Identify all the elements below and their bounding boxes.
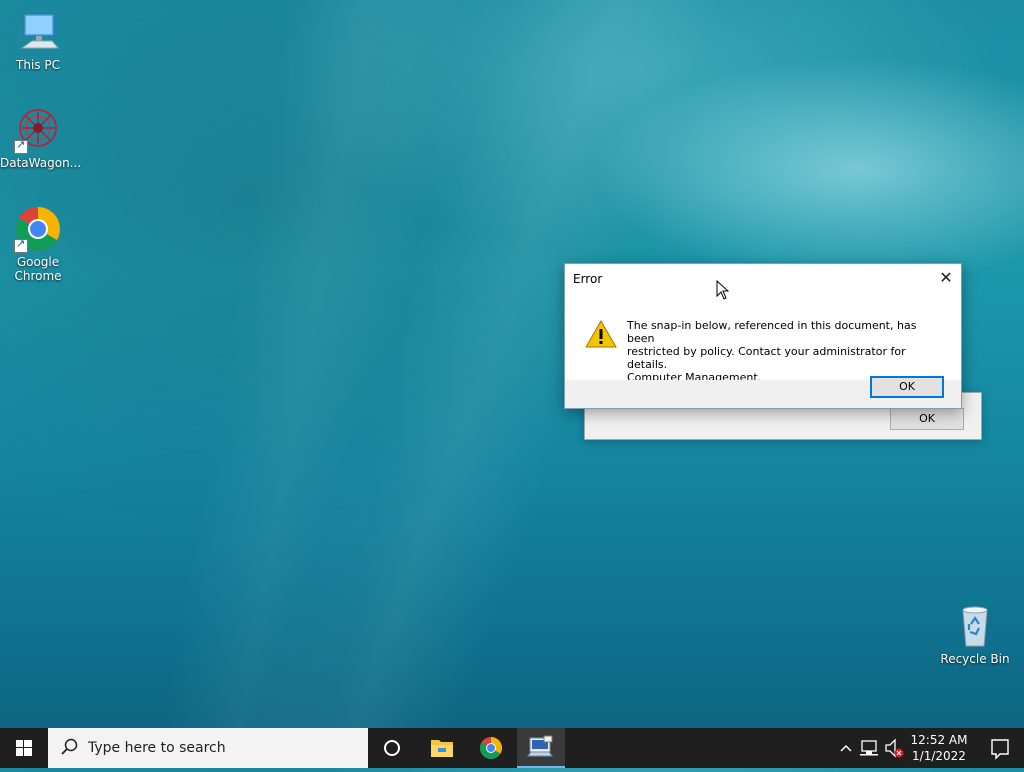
chrome-taskbar-button[interactable] [467, 728, 515, 768]
desktop-icon-label: Google Chrome [14, 255, 62, 283]
notification-icon [991, 739, 1009, 760]
mouse-cursor-icon [716, 279, 730, 300]
chrome-icon [14, 205, 62, 253]
clock[interactable]: 12:52 AM 1/1/2022 [908, 732, 970, 764]
warning-icon [585, 319, 617, 349]
dialog-title: Error [573, 272, 603, 286]
chrome-icon [480, 737, 502, 759]
search-icon [60, 738, 78, 756]
close-icon[interactable]: ✕ [931, 264, 961, 292]
ok-button-background[interactable]: OK [890, 408, 964, 430]
desktop-icon-google-chrome[interactable]: Google Chrome [0, 205, 76, 283]
taskbar: Type here to search 12:52 AM 1/1/2022 [0, 728, 1024, 768]
start-button[interactable] [0, 728, 48, 768]
mmc-icon [527, 735, 553, 757]
recycle-bin-icon [951, 602, 999, 650]
volume-muted-icon [885, 738, 904, 758]
cortana-button[interactable] [368, 728, 416, 768]
action-center-button[interactable] [976, 728, 1024, 768]
dialog-message: The snap-in below, referenced in this do… [627, 319, 947, 384]
search-placeholder: Type here to search [88, 740, 226, 756]
file-explorer-icon [431, 740, 453, 757]
cortana-icon [384, 740, 400, 756]
file-explorer-button[interactable] [418, 728, 466, 768]
windows-logo-icon [16, 740, 32, 756]
show-hidden-icons-button[interactable] [836, 728, 856, 768]
dialog-footer: OK [565, 376, 961, 408]
shortcut-arrow-icon [14, 237, 28, 253]
message-line: restricted by policy. Contact your admin… [627, 345, 906, 371]
mmc-taskbar-button[interactable] [517, 728, 565, 768]
datawagon-icon [14, 106, 62, 154]
desktop-icon-label: Recycle Bin [940, 652, 1010, 666]
desktop-icon-this-pc[interactable]: This PC [0, 8, 76, 72]
network-tray-button[interactable] [858, 728, 882, 768]
search-box[interactable]: Type here to search [48, 728, 368, 768]
volume-tray-button[interactable] [882, 728, 906, 768]
message-line: The snap-in below, referenced in this do… [627, 319, 917, 345]
computer-icon [14, 8, 62, 56]
network-icon [860, 740, 878, 756]
desktop-icon-label: DataWagon... [0, 156, 82, 170]
chevron-up-icon [840, 744, 852, 752]
shortcut-arrow-icon [14, 138, 28, 154]
ok-button[interactable]: OK [870, 376, 944, 398]
clock-date: 1/1/2022 [912, 749, 966, 763]
desktop-icon-label: This PC [16, 58, 60, 72]
error-dialog: Error ✕ The snap-in below, referenced in… [564, 263, 962, 409]
desktop-icon-recycle-bin[interactable]: Recycle Bin [937, 602, 1013, 666]
desktop-icon-datawagon[interactable]: DataWagon... [0, 106, 82, 170]
clock-time: 12:52 AM [910, 733, 968, 747]
